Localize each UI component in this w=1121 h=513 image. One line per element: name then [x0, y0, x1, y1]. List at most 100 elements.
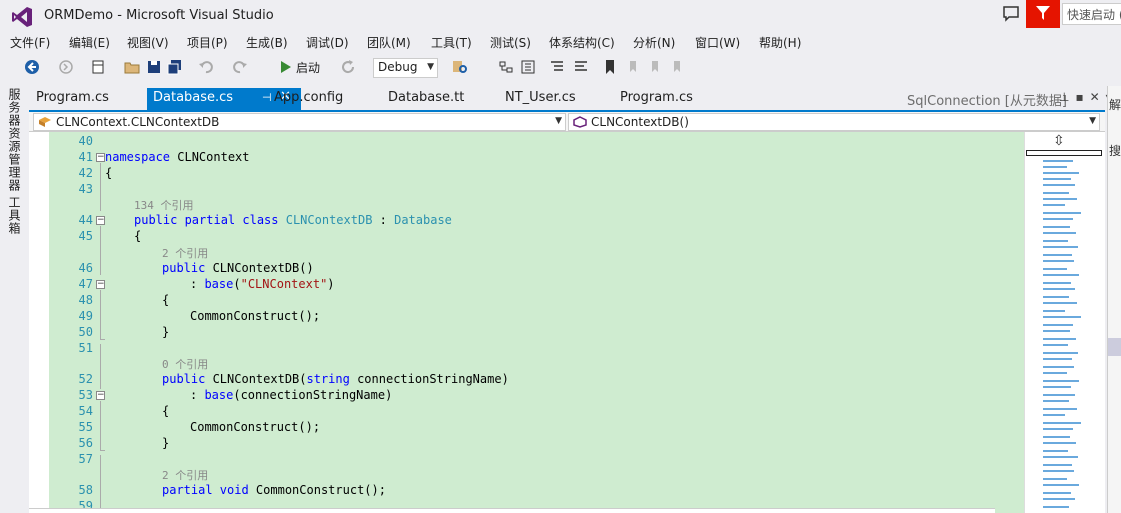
close-icon[interactable]: ✕: [1090, 90, 1106, 104]
method-icon: [573, 116, 587, 128]
start-debug-icon[interactable]: [278, 59, 294, 75]
line-number: 46: [78, 261, 93, 275]
code-line: public partial class CLNContextDB : Data…: [134, 213, 452, 227]
code-line: {: [134, 229, 142, 243]
solution-configuration-select[interactable]: Debug ▼: [373, 58, 438, 78]
code-editor[interactable]: 40 41 42 43 44 45 46 47 48 49 50 51 52 5…: [29, 132, 1105, 513]
line-number: 51: [78, 341, 93, 355]
tab-program-cs[interactable]: Program.cs: [30, 88, 115, 110]
class-view-icon[interactable]: [498, 59, 514, 75]
collapse-namespace-icon[interactable]: −: [96, 153, 105, 162]
menu-tools[interactable]: 工具(T): [431, 34, 472, 51]
new-project-icon[interactable]: [90, 59, 106, 75]
menu-debug[interactable]: 调试(D): [306, 34, 349, 51]
next-bookmark-icon[interactable]: [647, 59, 663, 75]
left-tool-window-rail: 服务器资源管理器 工具箱: [0, 86, 29, 513]
menu-help[interactable]: 帮助(H): [759, 34, 801, 51]
line-number: 43: [78, 182, 93, 196]
line-number: 52: [78, 372, 93, 386]
bookmark-icon[interactable]: [602, 59, 618, 75]
refresh-icon[interactable]: [340, 59, 356, 75]
standard-toolbar: 启动 Debug ▼: [0, 54, 1121, 82]
member-scope-dropdown[interactable]: CLNContextDB() ▼: [568, 113, 1100, 131]
collapse-ctor-icon[interactable]: −: [96, 280, 105, 289]
chevron-down-icon: ▼: [555, 116, 562, 126]
toolbox-tab[interactable]: 工具箱: [6, 196, 23, 235]
code-line: : base("CLNContext"): [190, 277, 335, 291]
line-number: 45: [78, 229, 93, 243]
chevron-down-icon: ▼: [1089, 116, 1096, 126]
codelens-references[interactable]: 2 个引用: [162, 467, 208, 483]
tab-app-config[interactable]: App.config: [268, 88, 349, 110]
menu-team[interactable]: 团队(M): [367, 34, 411, 51]
menu-analyze[interactable]: 分析(N): [633, 34, 675, 51]
quick-launch-input[interactable]: 快速启动 (: [1062, 3, 1121, 25]
menu-window[interactable]: 窗口(W): [695, 34, 740, 51]
menu-build[interactable]: 生成(B): [246, 34, 288, 51]
panel-search[interactable]: 搜: [1109, 142, 1121, 159]
menu-edit[interactable]: 编辑(E): [69, 34, 110, 51]
menu-file[interactable]: 文件(F): [10, 34, 50, 51]
line-number: 42: [78, 166, 93, 180]
save-all-icon[interactable]: [167, 59, 183, 75]
redo-icon[interactable]: [232, 59, 248, 75]
properties-icon[interactable]: [520, 59, 536, 75]
minimap-viewport[interactable]: [1026, 150, 1102, 156]
find-in-files-icon[interactable]: [452, 59, 468, 75]
vertical-scrollbar-map[interactable]: ⇳: [1024, 132, 1105, 513]
line-number: 58: [78, 483, 93, 497]
window-title: ORMDemo - Microsoft Visual Studio: [44, 8, 274, 23]
codelens-references[interactable]: 0 个引用: [162, 356, 208, 372]
uncomment-lines-icon[interactable]: [573, 59, 589, 75]
navigation-bar: CLNContext.CLNContextDB ▼ CLNContextDB()…: [29, 112, 1105, 132]
code-line: public CLNContextDB(string connectionStr…: [162, 372, 509, 386]
collapse-class-icon[interactable]: −: [96, 216, 105, 225]
clear-bookmarks-icon[interactable]: [669, 59, 685, 75]
line-number: 53: [78, 388, 93, 402]
horizontal-scrollbar[interactable]: [29, 508, 995, 513]
code-line: }: [162, 436, 170, 450]
back-icon[interactable]: [24, 59, 40, 75]
line-number: 55: [78, 420, 93, 434]
code-line: {: [105, 166, 113, 180]
document-tab-strip: Program.cs Database.cs ⊣ ✕ App.config Da…: [29, 88, 1112, 110]
collapse-ctor2-icon[interactable]: −: [96, 391, 105, 400]
tab-nt-user-cs[interactable]: NT_User.cs: [499, 88, 582, 110]
outline-line: [100, 290, 101, 339]
outline-line: [100, 401, 101, 450]
start-button[interactable]: 启动: [296, 59, 320, 76]
split-window-icon[interactable]: ⇳: [1053, 133, 1065, 149]
code-line: {: [162, 404, 170, 418]
line-number: 40: [78, 134, 93, 148]
line-number: 44: [78, 213, 93, 227]
forward-icon[interactable]: [58, 59, 74, 75]
keep-open-icon[interactable]: ▪: [1075, 90, 1089, 104]
code-line: }: [162, 325, 170, 339]
menu-architecture[interactable]: 体系结构(C): [549, 34, 615, 51]
tab-database-tt[interactable]: Database.tt: [382, 88, 470, 110]
server-explorer-tab[interactable]: 服务器资源管理器: [6, 88, 23, 192]
tab-program-cs-2[interactable]: Program.cs: [614, 88, 699, 110]
code-text-area[interactable]: 40 41 42 43 44 45 46 47 48 49 50 51 52 5…: [49, 132, 1024, 513]
tab-sqlconnection-preview[interactable]: SqlConnection [从元数据]: [907, 90, 1067, 109]
menu-view[interactable]: 视图(V): [127, 34, 169, 51]
codelens-references[interactable]: 134 个引用: [134, 197, 194, 213]
pin-icon[interactable]: ⊥: [1059, 90, 1075, 104]
open-file-icon[interactable]: [124, 59, 140, 75]
notification-filter-button[interactable]: [1026, 0, 1060, 28]
feedback-icon[interactable]: [1002, 5, 1020, 23]
comment-lines-icon[interactable]: [549, 59, 565, 75]
line-number: 49: [78, 309, 93, 323]
menu-test[interactable]: 测试(S): [490, 34, 531, 51]
menu-project[interactable]: 项目(P): [187, 34, 228, 51]
outline-line: [100, 455, 101, 513]
line-number: 57: [78, 452, 93, 466]
panel-selected-row[interactable]: [1108, 338, 1121, 356]
type-scope-dropdown[interactable]: CLNContext.CLNContextDB ▼: [33, 113, 566, 131]
undo-icon[interactable]: [198, 59, 214, 75]
save-icon[interactable]: [146, 59, 162, 75]
prev-bookmark-icon[interactable]: [625, 59, 641, 75]
codelens-references[interactable]: 2 个引用: [162, 245, 208, 261]
code-line: {: [162, 293, 170, 307]
visual-studio-logo-icon: [12, 7, 32, 27]
